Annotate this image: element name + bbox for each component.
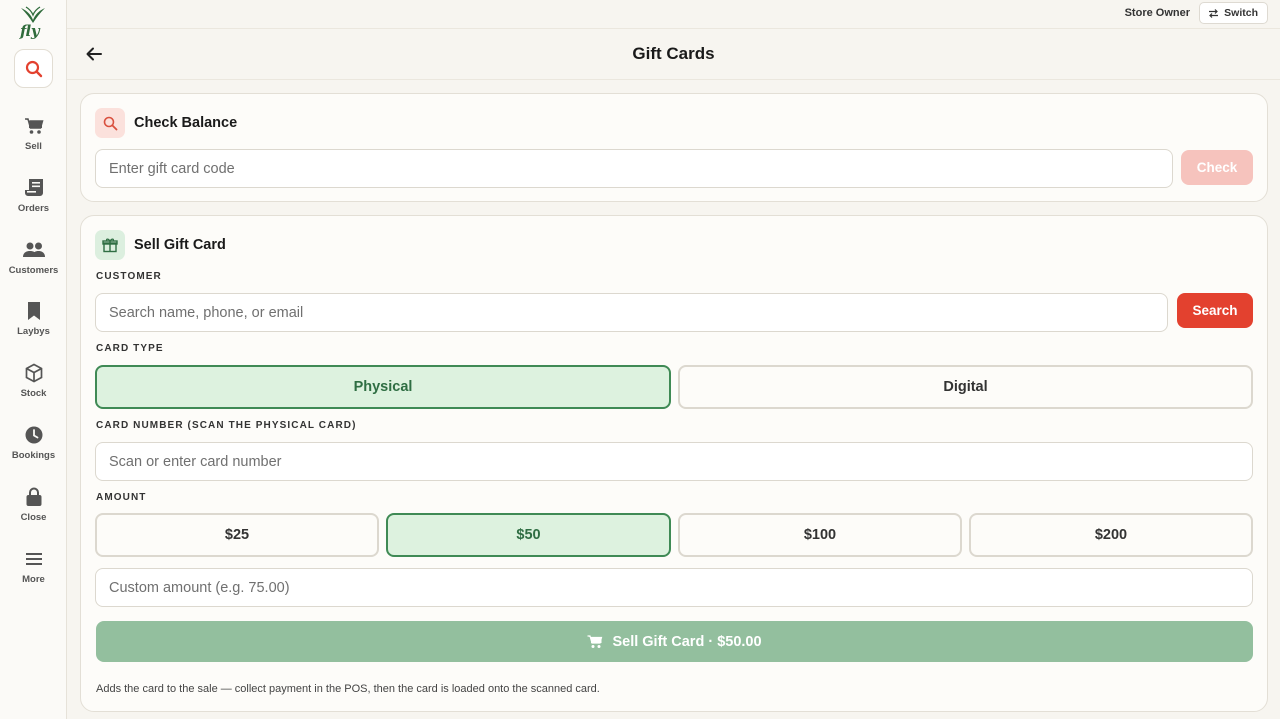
sidebar: fly Sell Orders Customers Laybys Stock B…: [0, 0, 67, 719]
user-role: Store Owner: [1124, 7, 1190, 19]
search-icon: [25, 60, 42, 77]
sidebar-item-bookings[interactable]: Bookings: [0, 424, 67, 474]
sidebar-item-label: Sell: [25, 141, 42, 152]
switch-user-button[interactable]: Switch: [1199, 2, 1268, 24]
card-type-label: CARD TYPE: [96, 343, 164, 354]
swap-icon: [1209, 8, 1219, 18]
sell-gift-card-header: Sell Gift Card: [95, 230, 226, 260]
sidebar-item-label: Close: [20, 512, 47, 523]
custom-amount-input[interactable]: [95, 568, 1253, 607]
customer-label: CUSTOMER: [96, 271, 162, 282]
switch-label: Switch: [1224, 7, 1258, 19]
customer-search-input[interactable]: [95, 293, 1168, 332]
amount-100-option[interactable]: $100: [678, 513, 962, 557]
menu-icon: [25, 548, 43, 570]
gift-icon: [95, 230, 125, 260]
gift-card-code-input[interactable]: [95, 149, 1173, 188]
sell-gift-card-card: Sell Gift Card CUSTOMER Search CARD TYPE…: [80, 215, 1268, 712]
cart-icon: [24, 115, 44, 137]
sidebar-item-label: Laybys: [17, 326, 50, 337]
sidebar-item-label: Customers: [8, 265, 59, 276]
sidebar-item-stock[interactable]: Stock: [0, 362, 67, 412]
check-balance-card: Check Balance Check: [80, 93, 1268, 202]
customers-icon: [22, 239, 45, 261]
search-icon: [95, 108, 125, 138]
sidebar-item-label: Orders: [17, 203, 50, 214]
sidebar-item-more[interactable]: More: [0, 548, 67, 598]
check-balance-title: Check Balance: [134, 115, 238, 131]
sell-hint-text: Adds the card to the sale — collect paym…: [96, 683, 600, 695]
page-title: Gift Cards: [632, 44, 715, 63]
sidebar-item-laybys[interactable]: Laybys: [0, 300, 67, 350]
sidebar-item-orders[interactable]: Orders: [0, 177, 67, 227]
logo-wordmark: fly: [20, 22, 40, 40]
box-icon: [24, 362, 44, 384]
customer-search-button[interactable]: Search: [1177, 293, 1253, 328]
clock-icon: [24, 424, 44, 446]
sidebar-item-sell[interactable]: Sell: [0, 115, 67, 165]
card-number-label: CARD NUMBER (SCAN THE PHYSICAL CARD): [96, 420, 357, 431]
sidebar-item-label: Bookings: [11, 450, 56, 461]
sell-button-label: Sell Gift Card · $50.00: [612, 633, 762, 650]
sidebar-item-label: More: [22, 574, 45, 585]
sell-gift-card-button[interactable]: Sell Gift Card · $50.00: [96, 621, 1253, 662]
sell-gift-card-title: Sell Gift Card: [134, 237, 226, 253]
global-search-button[interactable]: [14, 49, 53, 88]
check-balance-header: Check Balance: [95, 108, 237, 138]
amount-200-option[interactable]: $200: [969, 513, 1253, 557]
sidebar-item-customers[interactable]: Customers: [0, 239, 67, 289]
orders-icon: [24, 177, 44, 199]
card-type-digital[interactable]: Digital: [678, 365, 1253, 409]
top-bar: Store Owner Switch: [67, 0, 1280, 29]
card-number-input[interactable]: [95, 442, 1253, 481]
amount-50-option[interactable]: $50: [386, 513, 671, 557]
bookmark-icon: [26, 300, 42, 322]
page-header: Gift Cards: [67, 29, 1280, 80]
sidebar-item-label: Stock: [20, 388, 47, 399]
amount-label: AMOUNT: [96, 492, 147, 503]
lock-icon: [25, 486, 43, 508]
cart-icon: [587, 634, 603, 648]
check-balance-button[interactable]: Check: [1181, 150, 1253, 185]
amount-25-option[interactable]: $25: [95, 513, 379, 557]
sidebar-item-close[interactable]: Close: [0, 486, 67, 536]
card-type-physical[interactable]: Physical: [95, 365, 671, 409]
fly-logo[interactable]: fly: [18, 6, 48, 40]
